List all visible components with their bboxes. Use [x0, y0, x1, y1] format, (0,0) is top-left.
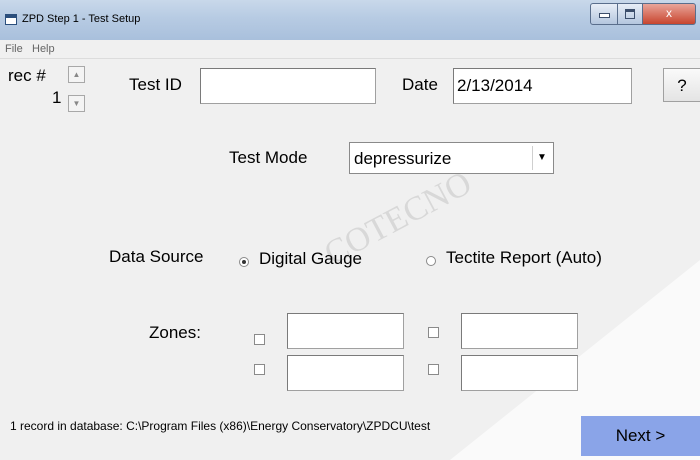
record-down-button[interactable]: ▼: [68, 95, 85, 112]
radio-tectite-report[interactable]: [426, 256, 436, 266]
zone-1-checkbox[interactable]: [254, 334, 265, 345]
zone-3-checkbox[interactable]: [254, 364, 265, 375]
app-window-icon: [5, 14, 17, 25]
record-label: rec #: [8, 66, 46, 85]
record-number: 1: [52, 88, 62, 107]
test-id-input[interactable]: [200, 68, 376, 104]
zone-3-input[interactable]: [287, 355, 404, 391]
menu-help[interactable]: Help: [32, 43, 55, 55]
data-source-label: Data Source: [109, 247, 204, 266]
maximize-button[interactable]: [617, 3, 643, 25]
menu-bar: File Help: [0, 40, 700, 59]
radio-digital-gauge[interactable]: [239, 257, 249, 267]
test-mode-select[interactable]: depressurize ▼: [349, 142, 554, 174]
date-label: Date: [402, 75, 438, 94]
test-id-label: Test ID: [129, 75, 182, 94]
minimize-icon: [598, 13, 610, 18]
zone-2-checkbox[interactable]: [428, 327, 439, 338]
zone-4-checkbox[interactable]: [428, 364, 439, 375]
zones-label: Zones:: [149, 323, 201, 342]
close-button[interactable]: x: [642, 3, 696, 25]
test-mode-label: Test Mode: [229, 148, 308, 167]
zone-4-input[interactable]: [461, 355, 578, 391]
help-button[interactable]: ?: [663, 68, 700, 102]
chevron-down-icon[interactable]: ▼: [532, 146, 551, 170]
zone-1-input[interactable]: [287, 313, 404, 349]
title-bar[interactable]: ZPD Step 1 - Test Setup x: [0, 0, 700, 41]
menu-file[interactable]: File: [5, 43, 23, 55]
digital-gauge-label[interactable]: Digital Gauge: [259, 249, 362, 269]
next-button[interactable]: Next >: [581, 416, 700, 456]
date-input[interactable]: [453, 68, 632, 104]
test-mode-value: depressurize: [354, 149, 452, 168]
tectite-report-label[interactable]: Tectite Report (Auto): [446, 248, 602, 268]
status-text: 1 record in database: C:\Program Files (…: [10, 419, 431, 433]
zone-2-input[interactable]: [461, 313, 578, 349]
minimize-button[interactable]: [590, 3, 618, 25]
maximize-icon: [625, 9, 635, 19]
record-up-button[interactable]: ▲: [68, 66, 85, 83]
window-title: ZPD Step 1 - Test Setup: [22, 13, 141, 25]
